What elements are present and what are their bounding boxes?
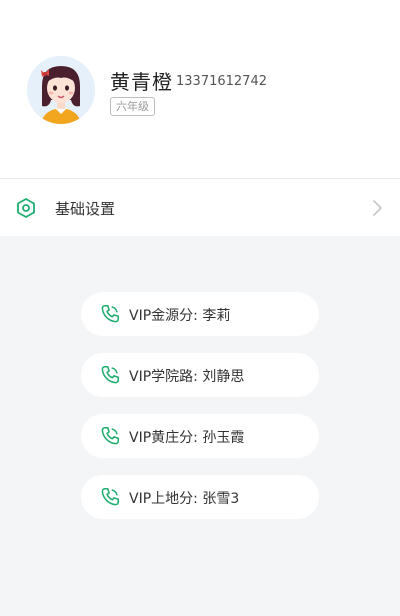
avatar[interactable] (27, 56, 95, 124)
contact-label: VIP学院路: 刘静思 (129, 369, 245, 385)
phone-icon (101, 304, 120, 323)
contact-list: VIP金源分: 李莉 VIP学院路: 刘静思 VIP黄庄分: 孙玉霞 VIP上地… (81, 292, 319, 536)
chevron-right-icon (373, 200, 382, 216)
phone-icon (101, 365, 120, 384)
contact-item-jinyuan[interactable]: VIP金源分: 李莉 (81, 292, 319, 336)
user-name: 黄青橙 (110, 70, 173, 94)
basic-settings-label: 基础设置 (55, 200, 116, 218)
avatar-girl-icon (27, 56, 95, 124)
phone-icon (101, 487, 120, 506)
user-phone: 13371612742 (176, 74, 267, 89)
phone-icon (101, 426, 120, 445)
gear-icon (17, 198, 35, 218)
contact-label: VIP金源分: 李莉 (129, 308, 231, 324)
contact-item-huangzhuang[interactable]: VIP黄庄分: 孙玉霞 (81, 414, 319, 458)
contact-item-shangdi[interactable]: VIP上地分: 张雪3 (81, 475, 319, 519)
basic-settings-row[interactable]: 基础设置 (0, 179, 400, 236)
profile-header: 黄青橙 13371612742 六年级 (0, 0, 400, 178)
contact-label: VIP黄庄分: 孙玉霞 (129, 430, 245, 446)
grade-badge: 六年级 (110, 97, 155, 116)
contact-label: VIP上地分: 张雪3 (129, 491, 240, 507)
contact-item-xueyuanlu[interactable]: VIP学院路: 刘静思 (81, 353, 319, 397)
